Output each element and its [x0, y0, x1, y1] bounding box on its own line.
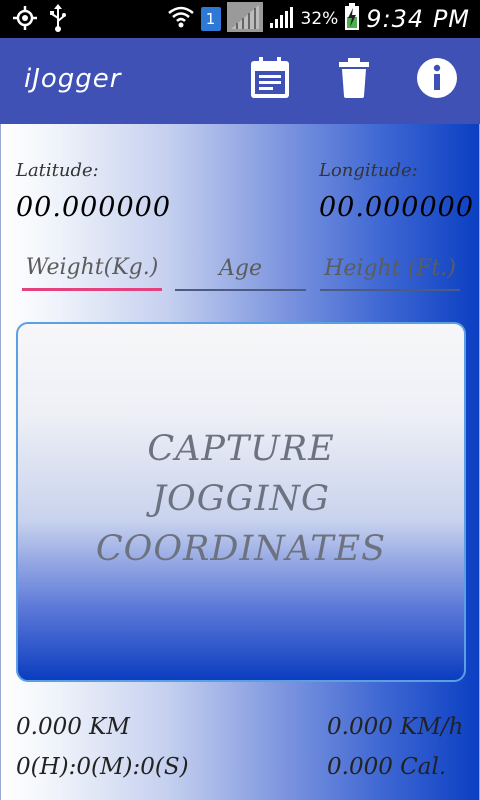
status-bar: 1 32% 9:34 PM — [0, 0, 480, 38]
app-bar: iJogger — [0, 38, 480, 124]
main-content: Latitude: 00.000000 Longitude: 00.000000… — [0, 124, 480, 800]
battery-charging-icon — [344, 3, 360, 35]
age-placeholder: Age — [219, 255, 262, 281]
delete-button[interactable] — [332, 58, 376, 102]
height-placeholder: Height (Ft.) — [324, 255, 456, 281]
signal-strength-icon-sim1 — [226, 2, 263, 36]
speed-value: 0.000 KM/h — [327, 714, 464, 740]
gps-icon — [12, 5, 38, 35]
app-title: iJogger — [24, 64, 122, 94]
duration-value: 0(H):0(M):0(S) — [16, 754, 189, 780]
calendar-notes-button[interactable] — [248, 57, 292, 103]
signal-strength-icon-sim2 — [269, 5, 295, 33]
longitude-value: 00.000000 — [319, 192, 475, 223]
weight-input[interactable]: Weight(Kg.) — [22, 247, 162, 291]
wifi-icon — [167, 4, 195, 34]
latitude-label: Latitude: — [16, 160, 99, 181]
status-left-icons — [12, 4, 68, 36]
calendar-notes-icon — [250, 57, 290, 103]
longitude-label: Longitude: — [319, 160, 418, 181]
capture-coordinates-button[interactable]: CAPTURE JOGGING COORDINATES — [16, 322, 466, 682]
status-right-icons: 1 32% 9:34 PM — [167, 0, 471, 38]
capture-label: CAPTURE JOGGING COORDINATES — [95, 429, 387, 569]
age-input[interactable]: Age — [175, 247, 306, 291]
latitude-value: 00.000000 — [16, 192, 172, 223]
weight-placeholder: Weight(Kg.) — [25, 255, 159, 280]
status-time: 9:34 PM — [366, 5, 470, 33]
calories-value: 0.000 Cal. — [327, 754, 447, 780]
battery-percentage: 32% — [300, 9, 339, 29]
distance-value: 0.000 KM — [16, 714, 130, 740]
height-input[interactable]: Height (Ft.) — [320, 247, 460, 291]
info-button[interactable] — [415, 58, 459, 102]
usb-icon — [48, 4, 68, 36]
info-icon — [416, 57, 458, 103]
sim-slot-badge: 1 — [200, 7, 221, 31]
trash-icon — [338, 58, 370, 102]
